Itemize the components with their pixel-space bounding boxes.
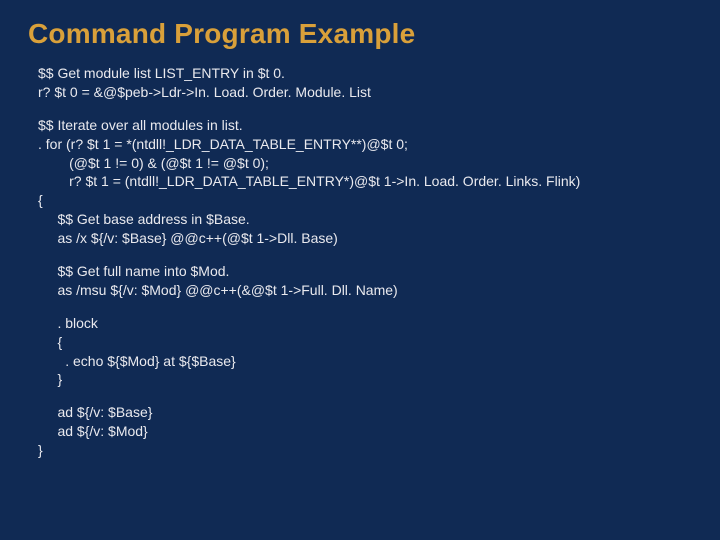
code-block-2: $$ Iterate over all modules in list. . f… [38, 116, 692, 248]
code-block-5: ad ${/v: $Base} ad ${/v: $Mod} } [38, 403, 692, 460]
code-block-3: $$ Get full name into $Mod. as /msu ${/v… [38, 262, 692, 300]
slide-container: Command Program Example $$ Get module li… [0, 0, 720, 540]
slide-title: Command Program Example [28, 18, 692, 50]
code-block-1: $$ Get module list LIST_ENTRY in $t 0. r… [38, 64, 692, 102]
code-block-4: . block { . echo ${$Mod} at ${$Base} } [38, 314, 692, 390]
